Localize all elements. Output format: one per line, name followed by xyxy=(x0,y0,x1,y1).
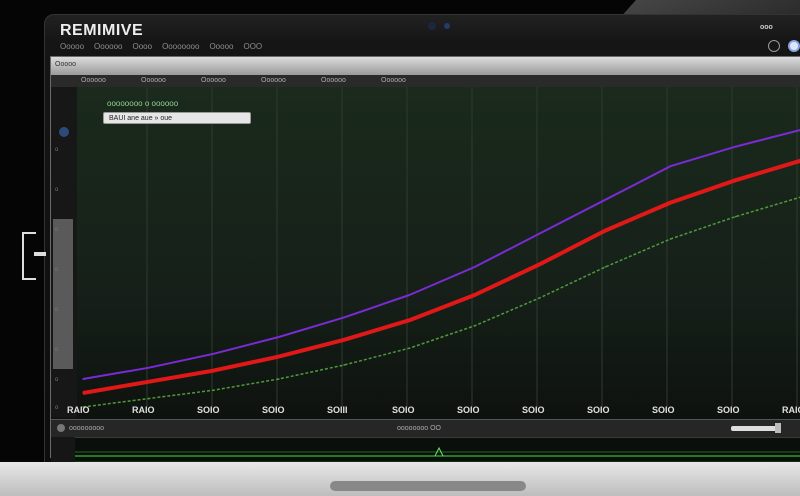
series-point-0 xyxy=(408,294,411,296)
bottom-toolbar: ooooooooo oooooooo OO xyxy=(51,419,800,438)
series-point-2 xyxy=(604,266,606,268)
x-tick-label: SOIO xyxy=(522,405,545,415)
bottom-label-mid: oooooooo OO xyxy=(397,425,441,432)
series-point-2 xyxy=(343,364,345,366)
y-tick: o xyxy=(55,227,59,233)
zoom-slider[interactable] xyxy=(731,426,777,431)
series-point-1 xyxy=(473,294,476,296)
series-point-2 xyxy=(408,347,411,350)
series-point-0 xyxy=(278,336,280,338)
menu-item[interactable]: Oooooooo xyxy=(162,42,199,51)
series-point-2 xyxy=(147,397,150,400)
series-point-1 xyxy=(408,319,411,321)
series-point-0 xyxy=(669,165,672,167)
refresh-icon[interactable] xyxy=(59,127,69,137)
zoom-slider-handle[interactable] xyxy=(775,423,781,433)
app-title: REMIMIVE xyxy=(60,22,144,39)
menu-item[interactable]: Oooo xyxy=(133,42,153,51)
chart-plot-area: oooooooo o oooooo BAUI ane aue » oue RAI… xyxy=(67,87,800,419)
filter-input[interactable]: BAUI ane aue » oue xyxy=(103,112,251,124)
y-tick: o xyxy=(55,267,59,273)
settings-icon[interactable] xyxy=(768,40,780,52)
series-point-1 xyxy=(669,201,672,204)
menu-item[interactable]: Ooooo xyxy=(60,42,84,51)
series-point-2 xyxy=(734,215,737,218)
series-point-2 xyxy=(539,297,541,299)
series-point-0 xyxy=(604,199,606,201)
tab[interactable]: Oooooo xyxy=(201,77,226,84)
menu-item[interactable]: OOO xyxy=(243,42,262,51)
series-point-1 xyxy=(539,263,541,265)
tab[interactable]: Oooooo xyxy=(141,77,166,84)
y-tick: o xyxy=(55,147,59,153)
series-point-1 xyxy=(147,381,150,383)
side-bracket-icon xyxy=(22,232,46,280)
series-point-0 xyxy=(82,378,84,380)
series-point-2 xyxy=(278,378,280,380)
x-tick-label: RAIO xyxy=(67,405,90,415)
y-tick: o xyxy=(55,187,59,193)
series-point-1 xyxy=(343,339,345,341)
x-tick-label: SOIO xyxy=(392,405,415,415)
device-hinge xyxy=(330,481,526,491)
x-tick-label: SOIO xyxy=(717,405,740,415)
camera-light-icon xyxy=(444,23,450,29)
chart-window: Ooooo Oooooo Oooooo Oooooo Oooooo Oooooo… xyxy=(50,56,800,472)
series-point-1 xyxy=(604,229,606,232)
x-tick-label: SOIII xyxy=(327,405,348,415)
record-icon[interactable] xyxy=(57,424,65,432)
x-axis: RAIO RAIO SOIO SOIO SOIII SOIO SOIO SOIO SOIO SOI… xyxy=(67,405,800,419)
x-tick-label: SOIO xyxy=(262,405,285,415)
series-point-1 xyxy=(212,369,215,372)
menu-item[interactable]: Oooooo xyxy=(94,42,122,51)
y-tick: o xyxy=(55,405,59,411)
tab[interactable]: Oooooo xyxy=(261,77,286,84)
menu-item[interactable]: Ooooo xyxy=(209,42,233,51)
profile-icon[interactable] xyxy=(788,40,800,52)
y-tick: o xyxy=(55,347,59,353)
x-tick-label: SOIO xyxy=(587,405,610,415)
series-point-2 xyxy=(473,325,476,327)
series-line-0 xyxy=(82,129,800,380)
series-point-0 xyxy=(343,316,345,319)
x-tick-label: RAIO xyxy=(782,405,800,415)
tab[interactable]: Oooooo xyxy=(321,77,346,84)
series-point-1 xyxy=(278,355,280,358)
y-tick: o xyxy=(55,377,59,383)
series-point-1 xyxy=(734,179,737,181)
top-right-label: ooo xyxy=(760,24,773,31)
series-point-0 xyxy=(212,353,215,355)
tab[interactable]: Oooooo xyxy=(81,77,106,84)
y-tick: o xyxy=(55,307,59,313)
left-toolbar: o o o o o o o o xyxy=(51,87,78,417)
line-chart xyxy=(82,87,800,408)
window-titlebar[interactable]: Ooooo xyxy=(51,57,800,75)
camera-icon xyxy=(428,22,436,30)
series-point-2 xyxy=(212,389,215,392)
x-tick-label: SOIO xyxy=(457,405,480,415)
tab[interactable]: Oooooo xyxy=(381,77,406,84)
menu-bar: Ooooo Oooooo Oooo Oooooooo Ooooo OOO xyxy=(60,42,262,51)
series-point-1 xyxy=(82,392,84,394)
series-point-0 xyxy=(147,367,150,369)
chart-subtitle: oooooooo o oooooo xyxy=(107,99,179,108)
series-point-0 xyxy=(539,232,541,235)
window-title: Ooooo xyxy=(55,61,77,68)
x-tick-label: RAIO xyxy=(132,405,155,415)
bottom-label: ooooooooo xyxy=(69,425,105,432)
x-tick-label: SOIO xyxy=(197,405,220,415)
series-point-0 xyxy=(734,145,737,148)
series-point-2 xyxy=(669,238,672,240)
series-point-0 xyxy=(473,266,476,268)
x-tick-label: SOIO xyxy=(652,405,675,415)
